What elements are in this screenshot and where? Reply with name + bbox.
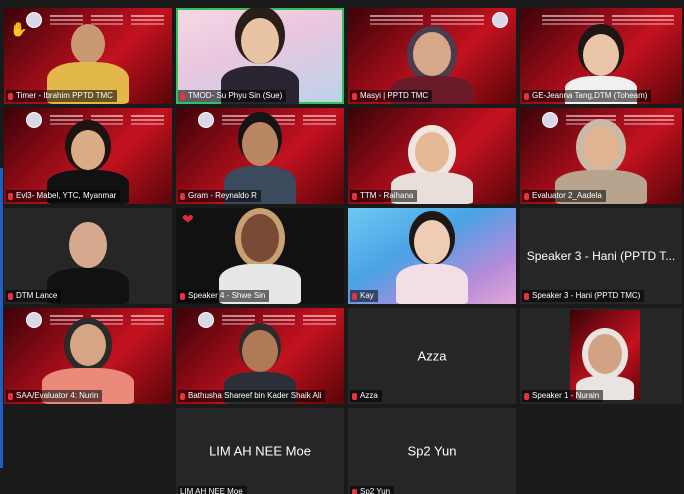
participant-name-label: Evl3- Mabel, YTC, Myanmar	[6, 190, 121, 202]
mic-muted-icon	[524, 192, 529, 200]
mic-muted-icon	[180, 292, 185, 300]
mic-muted-icon	[8, 292, 13, 300]
video-tile-lim-ah-nee-moe[interactable]: LIM AH NEE Moe LIM AH NEE Moe	[176, 408, 344, 494]
participant-name-label: GE-Jeanna Tang,DTM (Toheam)	[522, 90, 652, 102]
mic-muted-icon	[352, 92, 357, 100]
window-edge	[0, 168, 3, 468]
participant-name-label: Gram - Reynaldo R	[178, 190, 261, 202]
participant-name-label: DTM Lance	[6, 290, 62, 302]
participant-name-label: Masyi | PPTD TMC	[350, 90, 433, 102]
video-tile-azza[interactable]: Azza Azza	[348, 308, 516, 404]
mic-muted-icon	[8, 392, 13, 400]
mic-muted-icon	[524, 292, 529, 300]
zoom-background-banner	[26, 112, 165, 128]
mic-muted-icon	[524, 92, 529, 100]
participant-display-name: Sp2 Yun	[407, 443, 457, 459]
participant-name-label: Speaker 3 - Hani (PPTD TMC)	[522, 290, 645, 302]
participant-video	[570, 310, 640, 400]
participant-display-name: Speaker 3 - Hani (PPTD T...	[526, 249, 676, 263]
mic-muted-icon	[352, 192, 357, 200]
raised-hand-icon: ✋	[10, 21, 28, 37]
video-tile-gram[interactable]: Gram - Reynaldo R	[176, 108, 344, 204]
video-tile-ge[interactable]: GE-Jeanna Tang,DTM (Toheam)	[520, 8, 682, 104]
participant-name-label: TMOD- Su Phyu Sin (Sue)	[178, 90, 287, 102]
video-tile-bathusha[interactable]: Bathusha Shareef bin Kader Shaik Ali	[176, 308, 344, 404]
participant-name-label: SAA/Evaluator 4: Nurin	[6, 390, 103, 402]
participant-video	[392, 220, 472, 304]
club-logo-icon	[492, 12, 508, 28]
participant-name-label: Kay	[350, 290, 378, 302]
participant-name-label: TTM - Raihana	[350, 190, 418, 202]
video-tile-ttm[interactable]: TTM - Raihana	[348, 108, 516, 204]
video-tile-evaluator-2[interactable]: Evaluator 2_Aadela	[520, 108, 682, 204]
video-tile-speaker-1[interactable]: Speaker 1 - Nurain	[520, 308, 682, 404]
video-gallery: ✋ Timer - Ibrahim PPTD TMC TMOD- Su Phyu…	[0, 0, 684, 494]
video-tile-tmod[interactable]: TMOD- Su Phyu Sin (Sue)	[176, 8, 344, 104]
zoom-background-banner	[370, 12, 508, 28]
mic-muted-icon	[180, 392, 185, 400]
video-tile-saa[interactable]: SAA/Evaluator 4: Nurin	[4, 308, 172, 404]
mic-muted-icon	[352, 488, 357, 494]
mic-muted-icon	[8, 192, 13, 200]
video-tile-sp2-yun[interactable]: Sp2 Yun Sp2 Yun	[348, 408, 516, 494]
video-tile-kay[interactable]: Kay	[348, 208, 516, 304]
club-logo-icon	[198, 112, 214, 128]
participant-name-label: Evaluator 2_Aadela	[522, 190, 606, 202]
mic-muted-icon	[180, 92, 185, 100]
mic-muted-icon	[524, 392, 529, 400]
zoom-background-banner	[542, 12, 674, 28]
participant-name-label: Speaker 4 - Shwe Sin	[178, 290, 270, 302]
video-tile-speaker-4[interactable]: ❤ Speaker 4 - Shwe Sin	[176, 208, 344, 304]
mic-muted-icon	[352, 392, 357, 400]
video-tile-masyi[interactable]: Masyi | PPTD TMC	[348, 8, 516, 104]
video-tile-timer[interactable]: ✋ Timer - Ibrahim PPTD TMC	[4, 8, 172, 104]
participant-name-label: LIM AH NEE Moe	[178, 486, 247, 494]
club-logo-icon	[26, 12, 42, 28]
club-logo-icon	[198, 312, 214, 328]
participant-name-label: Azza	[350, 390, 382, 402]
mic-muted-icon	[352, 292, 357, 300]
video-tile-speaker-3[interactable]: Speaker 3 - Hani (PPTD T... Speaker 3 - …	[520, 208, 682, 304]
participant-display-name: LIM AH NEE Moe	[209, 443, 311, 459]
video-tile-evl3[interactable]: Evl3- Mabel, YTC, Myanmar	[4, 108, 172, 204]
participant-name-label: Sp2 Yun	[350, 486, 395, 494]
participant-name-label: Bathusha Shareef bin Kader Shaik Ali	[178, 390, 326, 402]
participant-name-label: Speaker 1 - Nurain	[522, 390, 604, 402]
heart-reaction-icon: ❤	[182, 211, 194, 227]
participant-display-name: Azza	[417, 348, 447, 364]
video-tile-dtm-lance[interactable]: DTM Lance	[4, 208, 172, 304]
zoom-background-banner	[198, 312, 337, 328]
mic-muted-icon	[8, 92, 13, 100]
mic-muted-icon	[180, 192, 185, 200]
club-logo-icon	[26, 112, 42, 128]
participant-name-label: Timer - Ibrahim PPTD TMC	[6, 90, 117, 102]
